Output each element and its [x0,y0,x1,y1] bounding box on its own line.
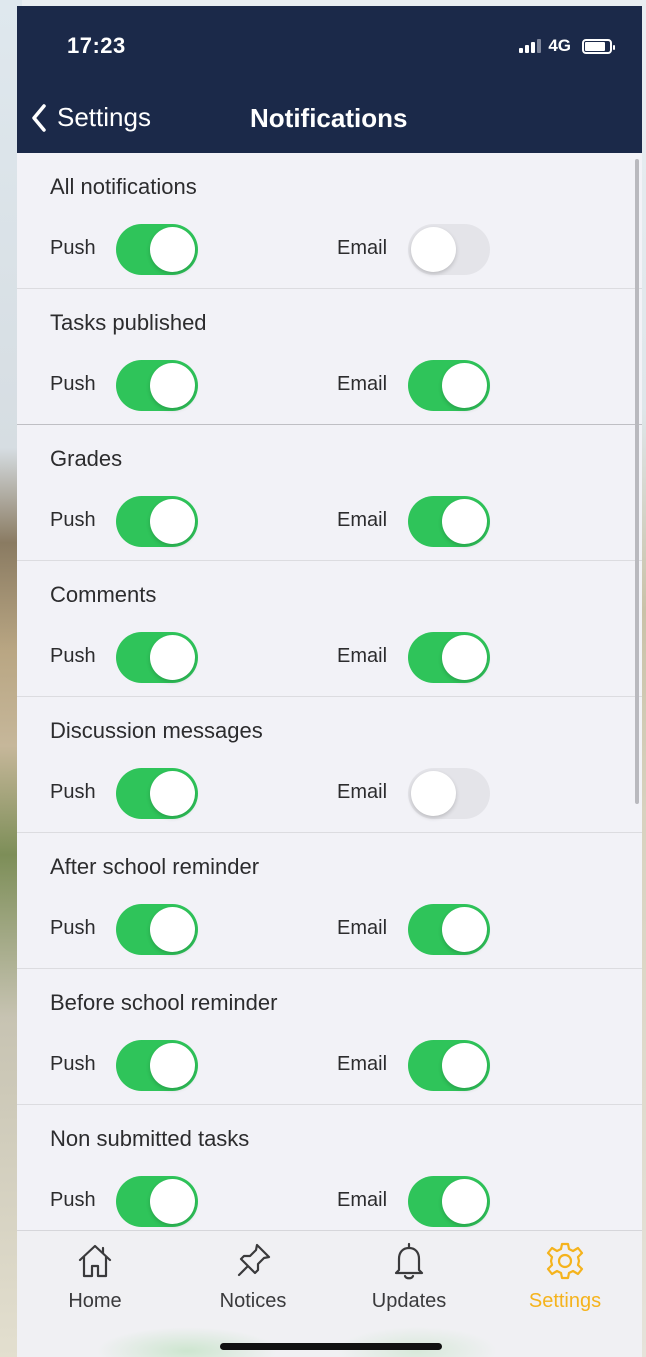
email-label: Email [337,781,388,803]
push-toggle[interactable] [116,632,198,683]
settings-section: Grades Push Email [17,425,642,561]
push-label: Push [50,781,96,803]
push-toggle[interactable] [116,496,198,547]
page-title: Notifications [250,103,408,133]
email-label: Email [337,373,388,395]
tab-home[interactable]: Home [35,1239,155,1313]
email-toggle[interactable] [408,904,490,955]
email-toggle[interactable] [408,632,490,683]
settings-section: Non submitted tasks Push Email [17,1105,642,1230]
email-label: Email [337,509,388,531]
settings-section: Comments Push Email [17,561,642,697]
push-label: Push [50,917,96,939]
tab-label: Notices [219,1290,287,1312]
status-time: 17:23 [67,33,126,58]
section-title: Non submitted tasks [50,1126,250,1151]
push-label: Push [50,1053,96,1075]
push-label: Push [50,237,96,259]
status-indicators: 4G [519,36,615,56]
signal-icon [519,39,542,53]
phone-screen: 17:23 4G Settings Notifications All noti… [17,6,642,1357]
section-title: Tasks published [50,310,207,335]
push-label: Push [50,509,96,531]
section-title: Grades [50,446,123,471]
tab-notices[interactable]: Notices [193,1239,313,1313]
section-title: Before school reminder [50,990,278,1015]
push-toggle[interactable] [116,768,198,819]
gear-icon [546,1242,584,1280]
pin-icon [237,1243,271,1277]
scrollbar[interactable] [635,159,639,804]
home-indicator[interactable] [220,1343,442,1350]
email-toggle[interactable] [408,360,490,411]
section-title: Comments [50,582,157,607]
tab-label: Updates [371,1290,447,1312]
navigation-header: 17:23 4G Settings Notifications [17,6,642,153]
email-label: Email [337,1053,388,1075]
bell-icon [394,1242,424,1280]
tab-label: Settings [528,1290,602,1312]
settings-section: All notifications Push Email [17,153,642,289]
settings-section: After school reminder Push Email [17,833,642,969]
settings-section: Tasks published Push Email [17,289,642,425]
push-toggle[interactable] [116,224,198,275]
home-icon [78,1244,112,1278]
settings-section: Before school reminder Push Email [17,969,642,1105]
tab-updates[interactable]: Updates [349,1239,469,1313]
battery-icon [582,38,615,54]
email-toggle[interactable] [408,1040,490,1091]
email-toggle[interactable] [408,224,490,275]
push-toggle[interactable] [116,904,198,955]
back-button[interactable]: Settings [31,102,151,133]
email-toggle[interactable] [408,768,490,819]
back-label: Settings [57,102,151,132]
chevron-left-icon [32,103,46,132]
tab-label: Home [68,1290,122,1312]
push-toggle[interactable] [116,360,198,411]
tab-settings[interactable]: Settings [505,1239,625,1313]
network-type: 4G [548,36,571,55]
email-label: Email [337,917,388,939]
section-title: Discussion messages [50,718,263,743]
push-toggle[interactable] [116,1040,198,1091]
tab-bar: Home Notices Updates Settings [17,1230,642,1357]
settings-section: Discussion messages Push Email [17,697,642,833]
push-toggle[interactable] [116,1176,198,1227]
push-label: Push [50,1189,96,1211]
push-label: Push [50,373,96,395]
push-label: Push [50,645,96,667]
email-label: Email [337,645,388,667]
email-toggle[interactable] [408,1176,490,1227]
email-label: Email [337,1189,388,1211]
notification-settings-list[interactable]: All notifications Push Email Tasks publi… [17,153,642,1230]
section-title: After school reminder [50,854,260,879]
section-title: All notifications [50,174,197,199]
email-label: Email [337,237,388,259]
email-toggle[interactable] [408,496,490,547]
